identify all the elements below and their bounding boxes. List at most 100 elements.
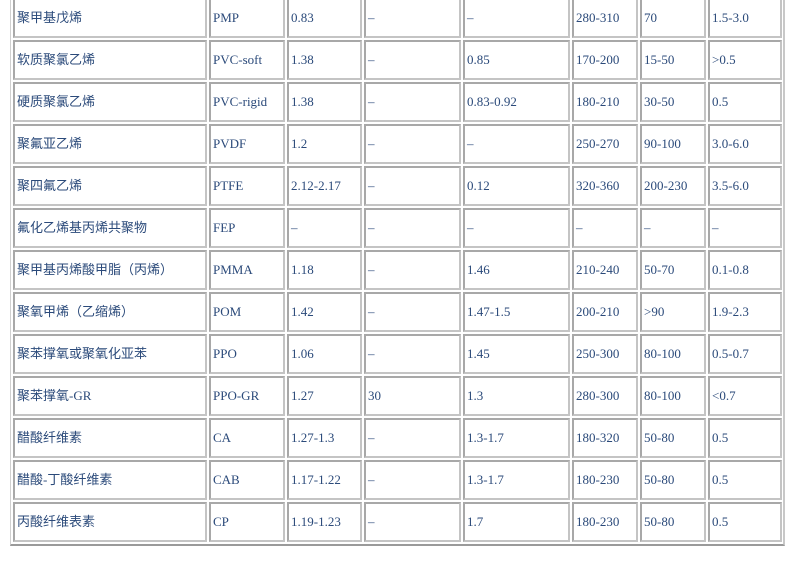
- cell-col5: 1.47-1.5: [463, 292, 570, 332]
- cell-shrink: 0.5-0.7: [708, 334, 782, 374]
- cell-col7: 50-80: [640, 460, 706, 500]
- cell-shrink: <0.7: [708, 376, 782, 416]
- cell-name: 聚四氟乙烯: [13, 166, 207, 206]
- cell-abbr: PVDF: [209, 124, 285, 164]
- cell-shrink: 0.5: [708, 418, 782, 458]
- cell-temp: 180-230: [572, 460, 638, 500]
- cell-col5: –: [463, 0, 570, 38]
- cell-abbr: PVC-soft: [209, 40, 285, 80]
- cell-name: 聚氧甲烯（乙缩烯）: [13, 292, 207, 332]
- cell-col7: –: [640, 208, 706, 248]
- cell-shrink: 0.5: [708, 82, 782, 122]
- cell-col7: 80-100: [640, 376, 706, 416]
- cell-col7: 50-80: [640, 502, 706, 542]
- cell-shrink: 0.1-0.8: [708, 250, 782, 290]
- cell-abbr: CP: [209, 502, 285, 542]
- cell-temp: 280-300: [572, 376, 638, 416]
- cell-shrink: 3.5-6.0: [708, 166, 782, 206]
- cell-name: 醋酸纤维素: [13, 418, 207, 458]
- cell-col7: >90: [640, 292, 706, 332]
- cell-col5: 1.7: [463, 502, 570, 542]
- cell-col4: –: [364, 40, 461, 80]
- cell-col7: 80-100: [640, 334, 706, 374]
- cell-col4: –: [364, 502, 461, 542]
- cell-col5: –: [463, 124, 570, 164]
- cell-abbr: CAB: [209, 460, 285, 500]
- cell-col7: 50-80: [640, 418, 706, 458]
- cell-density: 1.17-1.22: [287, 460, 362, 500]
- cell-col7: 15-50: [640, 40, 706, 80]
- cell-col4: –: [364, 334, 461, 374]
- cell-temp: 180-320: [572, 418, 638, 458]
- cell-temp: 250-300: [572, 334, 638, 374]
- cell-col5: 0.83-0.92: [463, 82, 570, 122]
- cell-col7: 90-100: [640, 124, 706, 164]
- cell-col5: 0.85: [463, 40, 570, 80]
- cell-name: 软质聚氯乙烯: [13, 40, 207, 80]
- cell-name: 聚苯撑氧-GR: [13, 376, 207, 416]
- cell-temp: 180-210: [572, 82, 638, 122]
- cell-density: 0.83: [287, 0, 362, 38]
- cell-temp: 320-360: [572, 166, 638, 206]
- cell-shrink: >0.5: [708, 40, 782, 80]
- cell-shrink: 1.9-2.3: [708, 292, 782, 332]
- cell-col4: –: [364, 166, 461, 206]
- cell-col7: 70: [640, 0, 706, 38]
- cell-temp: –: [572, 208, 638, 248]
- cell-col4: 30: [364, 376, 461, 416]
- cell-col4: –: [364, 250, 461, 290]
- cell-abbr: PMP: [209, 0, 285, 38]
- cell-col4: –: [364, 460, 461, 500]
- cell-col4: –: [364, 418, 461, 458]
- cell-shrink: 1.5-3.0: [708, 0, 782, 38]
- cell-abbr: FEP: [209, 208, 285, 248]
- cell-density: 1.42: [287, 292, 362, 332]
- cell-col5: 1.46: [463, 250, 570, 290]
- cell-density: 1.19-1.23: [287, 502, 362, 542]
- cell-abbr: PVC-rigid: [209, 82, 285, 122]
- cell-density: 1.18: [287, 250, 362, 290]
- cell-name: 丙酸纤维表素: [13, 502, 207, 542]
- cell-abbr: CA: [209, 418, 285, 458]
- cell-density: 1.06: [287, 334, 362, 374]
- cell-col4: –: [364, 208, 461, 248]
- cell-name: 聚苯撑氧或聚氧化亚苯: [13, 334, 207, 374]
- cell-temp: 210-240: [572, 250, 638, 290]
- cell-abbr: PMMA: [209, 250, 285, 290]
- cell-col5: –: [463, 208, 570, 248]
- cell-col7: 50-70: [640, 250, 706, 290]
- cell-col7: 30-50: [640, 82, 706, 122]
- cell-shrink: 3.0-6.0: [708, 124, 782, 164]
- cell-shrink: –: [708, 208, 782, 248]
- cell-density: –: [287, 208, 362, 248]
- cell-abbr: PPO-GR: [209, 376, 285, 416]
- cell-density: 2.12-2.17: [287, 166, 362, 206]
- cell-name: 氟化乙烯基丙烯共聚物: [13, 208, 207, 248]
- cell-name: 聚甲基戊烯: [13, 0, 207, 38]
- cell-col5: 1.3-1.7: [463, 418, 570, 458]
- cell-density: 1.27: [287, 376, 362, 416]
- cell-abbr: POM: [209, 292, 285, 332]
- cell-col7: 200-230: [640, 166, 706, 206]
- cell-name: 硬质聚氯乙烯: [13, 82, 207, 122]
- cell-name: 醋酸-丁酸纤维素: [13, 460, 207, 500]
- cell-col4: –: [364, 124, 461, 164]
- cell-density: 1.38: [287, 40, 362, 80]
- cell-abbr: PTFE: [209, 166, 285, 206]
- cell-abbr: PPO: [209, 334, 285, 374]
- cell-temp: 250-270: [572, 124, 638, 164]
- cell-col5: 1.3-1.7: [463, 460, 570, 500]
- cell-temp: 280-310: [572, 0, 638, 38]
- cell-col5: 1.45: [463, 334, 570, 374]
- cell-name: 聚氟亚乙烯: [13, 124, 207, 164]
- cell-density: 1.38: [287, 82, 362, 122]
- cell-density: 1.2: [287, 124, 362, 164]
- cell-shrink: 0.5: [708, 502, 782, 542]
- cell-col5: 0.12: [463, 166, 570, 206]
- cell-col4: –: [364, 0, 461, 38]
- materials-table: 聚甲基戊烯 PMP 0.83– –280-310 70 1.5-3.0 软质聚氯乙烯 PVC-…: [10, 0, 785, 546]
- cell-density: 1.27-1.3: [287, 418, 362, 458]
- cell-col4: –: [364, 82, 461, 122]
- cell-temp: 170-200: [572, 40, 638, 80]
- cell-temp: 200-210: [572, 292, 638, 332]
